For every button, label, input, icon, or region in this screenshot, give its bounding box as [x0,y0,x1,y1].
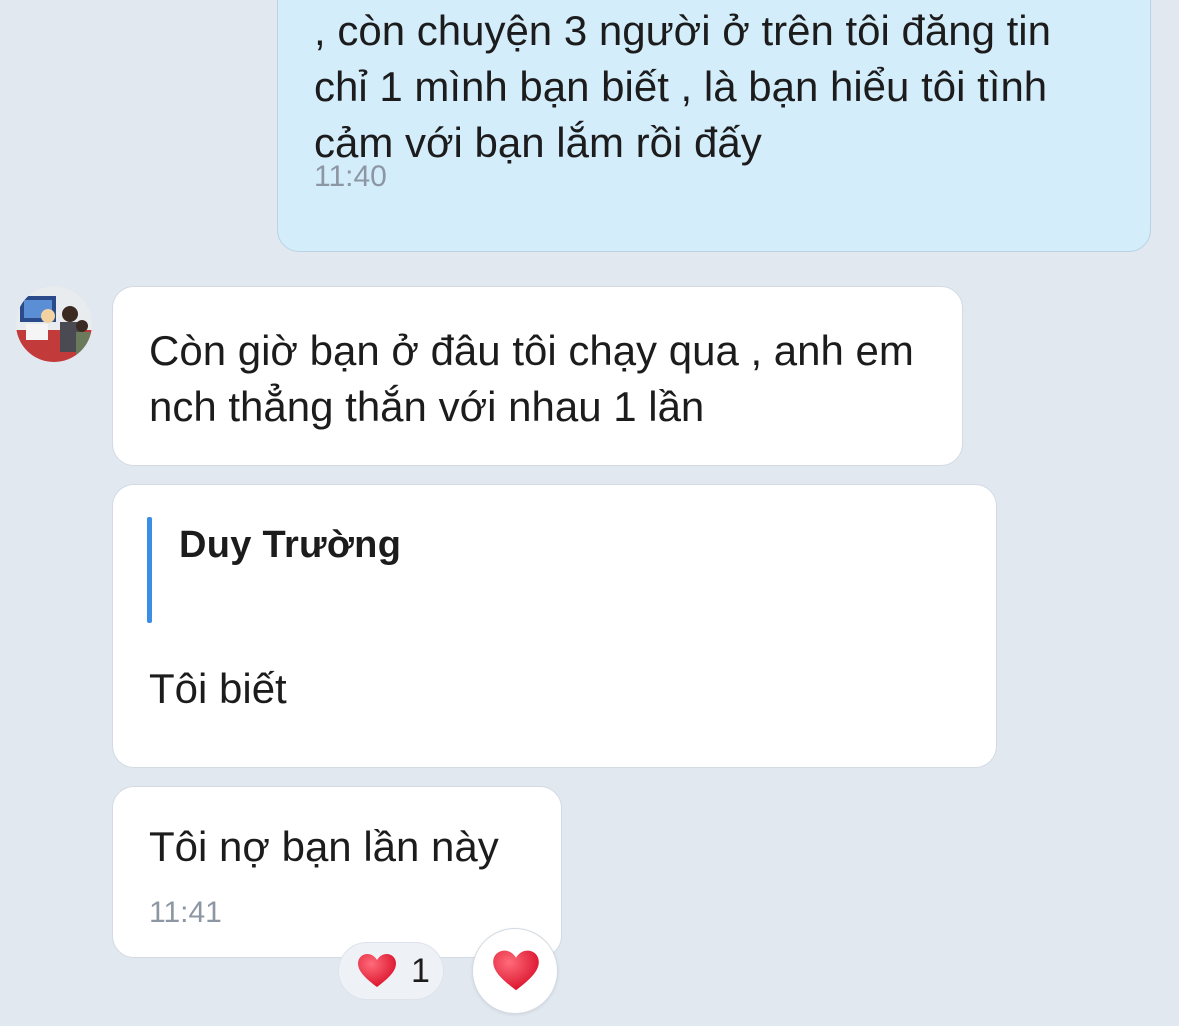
message-text: Tôi biết [149,665,287,712]
react-button[interactable] [472,928,558,1014]
message-text: Còn giờ bạn ở đâu tôi chạy qua , anh em … [149,327,914,430]
message-text: , còn chuyện 3 người ở trên tôi đăng tin… [314,7,1051,166]
reaction-summary[interactable]: 1 [338,942,444,1000]
incoming-message-bubble[interactable]: Còn giờ bạn ở đâu tôi chạy qua , anh em … [112,286,963,466]
avatar-photo [16,286,92,362]
quote-bar [147,517,152,623]
outgoing-message-bubble[interactable]: , còn chuyện 3 người ở trên tôi đăng tin… [277,0,1151,252]
message-text: Tôi nợ bạn lần này [149,823,499,870]
avatar[interactable] [16,286,92,362]
heart-icon [357,953,397,994]
quote-author[interactable]: Duy Trường [179,521,401,569]
heart-icon [492,949,540,998]
incoming-reply-bubble[interactable]: Duy Trường Tôi biết [112,484,997,768]
reaction-count: 1 [411,952,430,990]
message-time: 11:41 [149,896,222,929]
message-time: 11:40 [314,160,387,193]
